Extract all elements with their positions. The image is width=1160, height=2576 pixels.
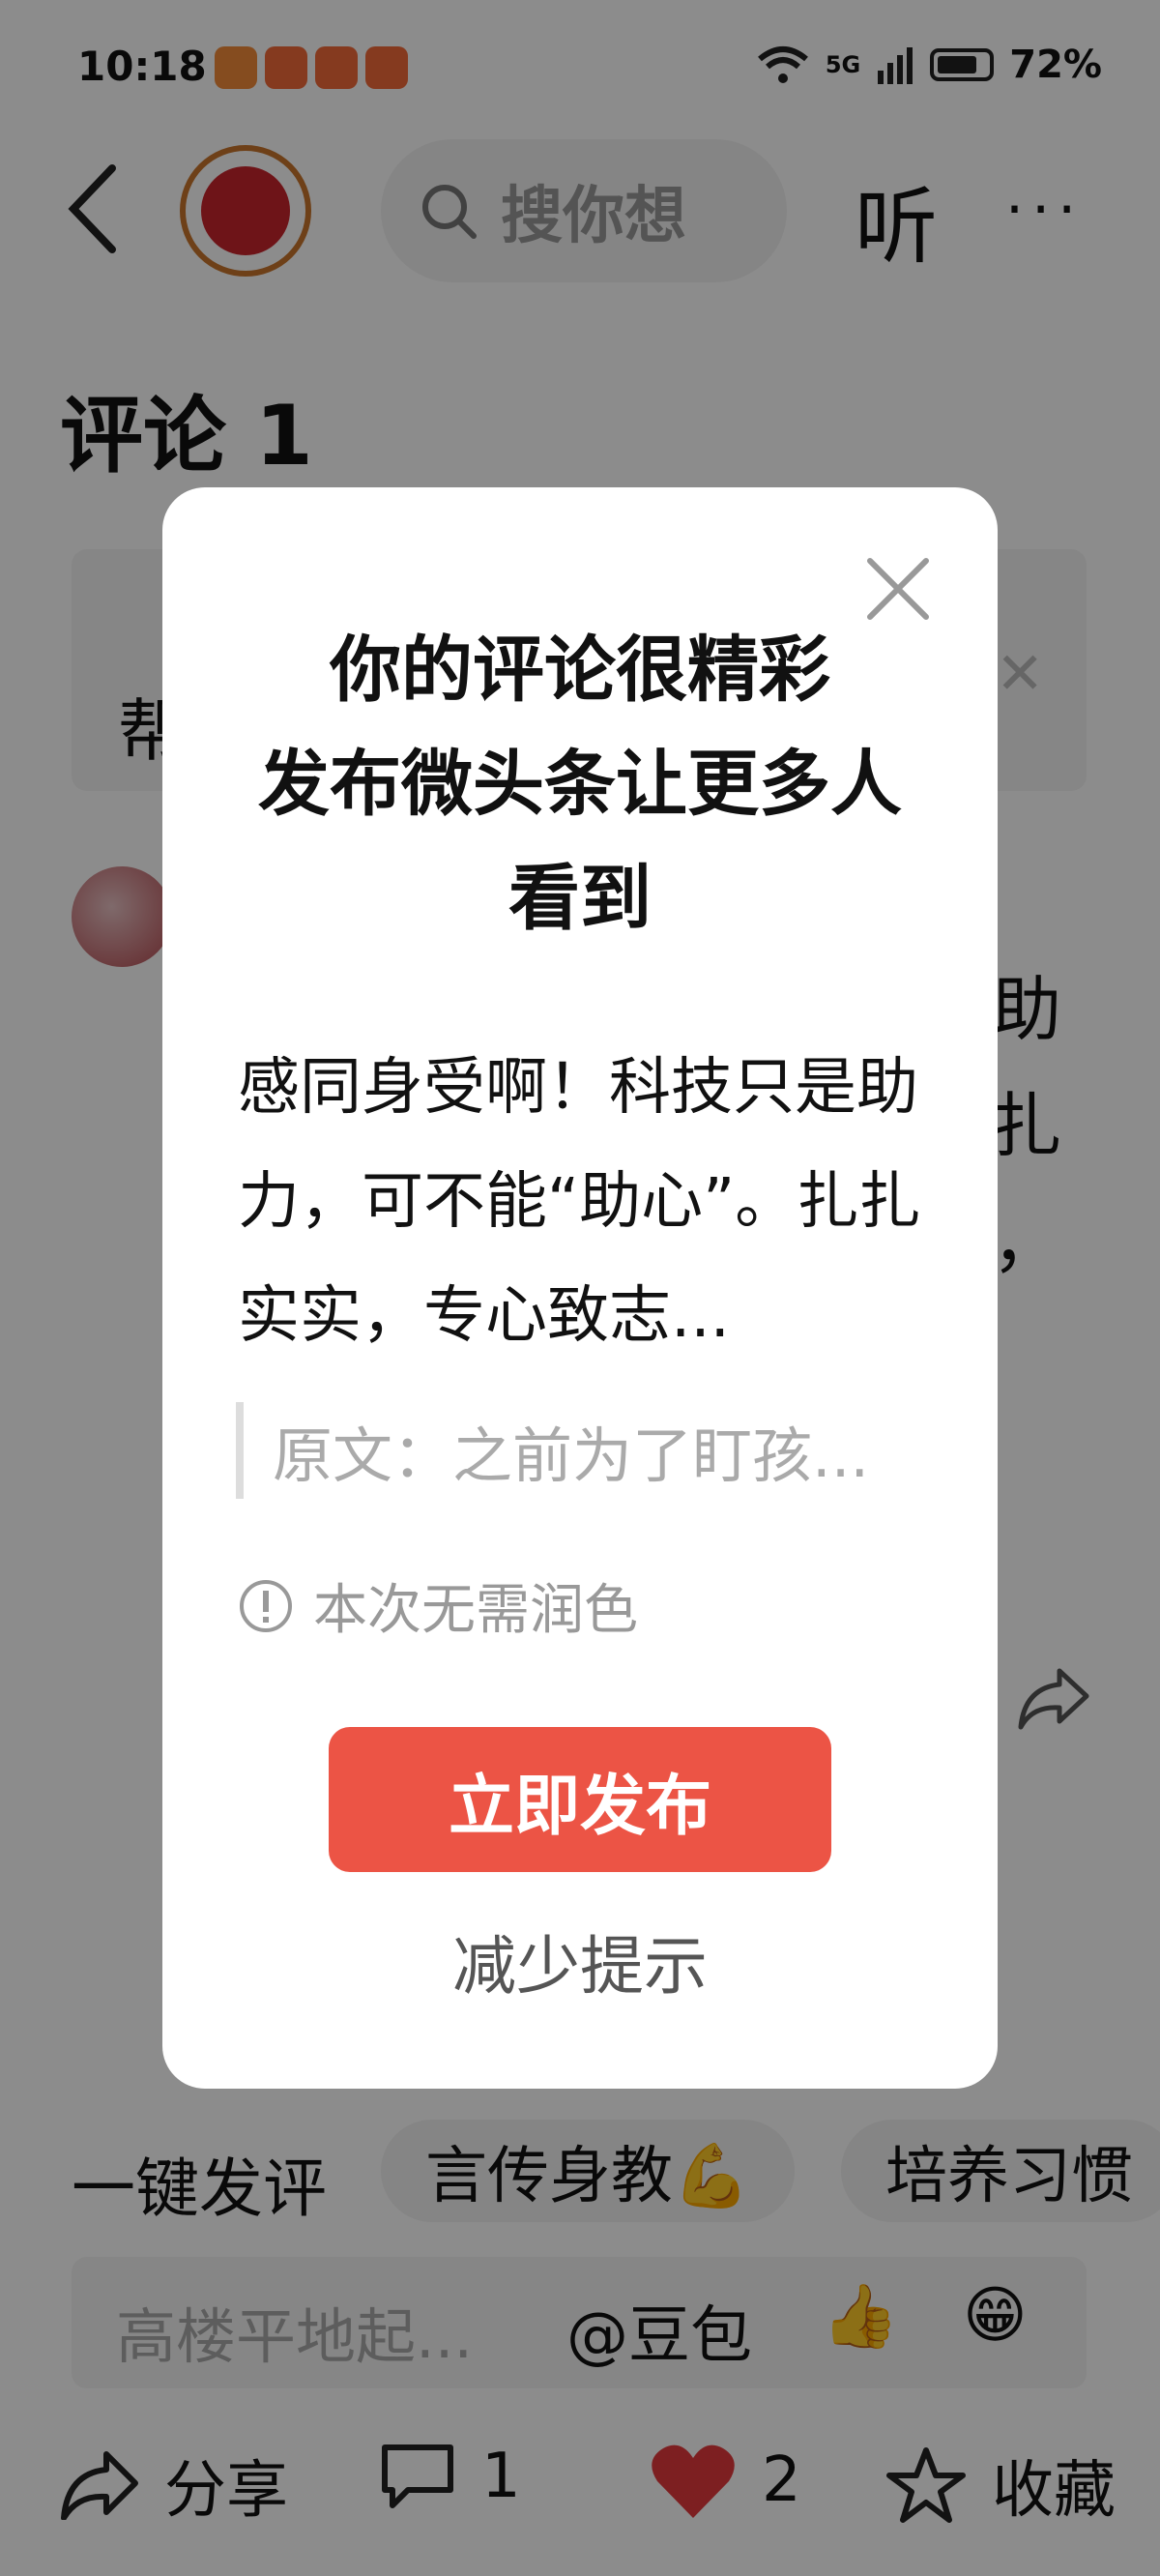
dialog-title: 你的评论很精彩 发布微头条让更多人 看到 (258, 629, 902, 940)
dialog-comment-preview: 感同身受啊！科技只是助力，可不能“助心”。扎扎实实，专心致志... (238, 1052, 921, 1352)
notice-text: 本次无需润色 (313, 1579, 638, 1642)
info-icon (240, 1579, 292, 1632)
reduce-prompts-link[interactable]: 减少提示 (162, 1915, 998, 2007)
original-quote: 原文：之前为了盯孩... (236, 1402, 930, 1499)
notice-row: 本次无需润色 (238, 1566, 638, 1645)
publish-now-button[interactable]: 立即发布 (329, 1727, 831, 1872)
